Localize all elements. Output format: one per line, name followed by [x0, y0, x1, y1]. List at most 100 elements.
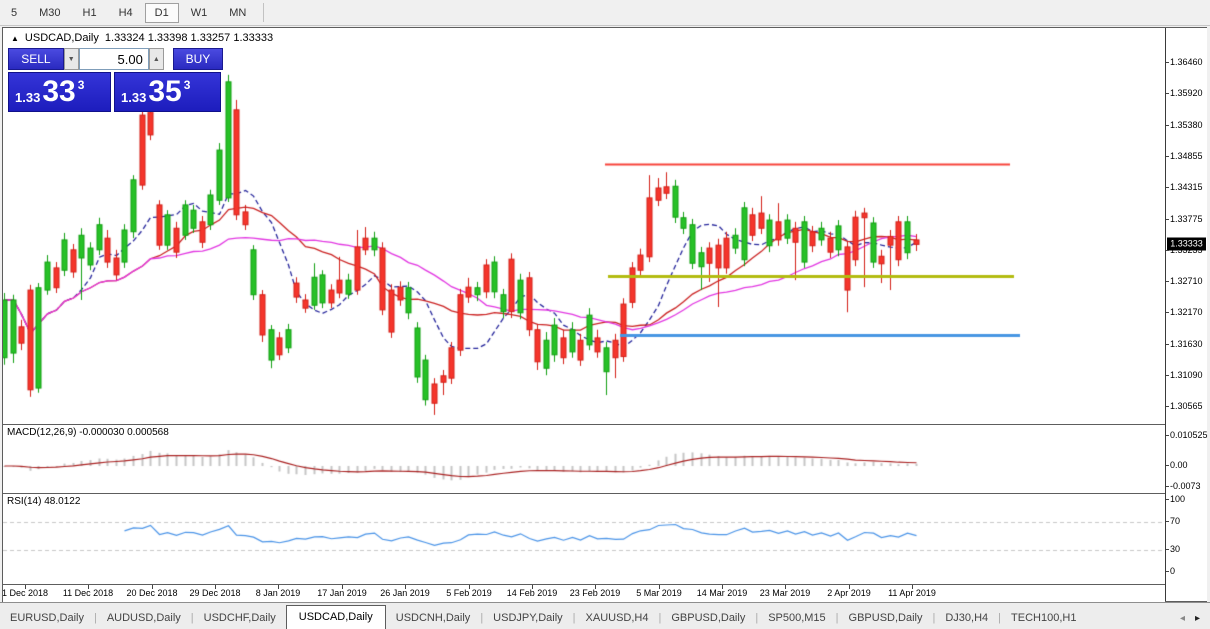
axis-tick — [1166, 219, 1169, 220]
price-axis-label: 1.31090 — [1170, 370, 1203, 380]
sell-price-prefix: 1.33 — [15, 90, 40, 105]
chart-tab-sp500-m15[interactable]: SP500,M15 — [758, 607, 835, 629]
price-axis-label: 1.31630 — [1170, 339, 1203, 349]
rsi-axis-label: 30 — [1170, 544, 1180, 554]
price-axis-label: 1.33775 — [1170, 214, 1203, 224]
axis-tick — [1166, 486, 1169, 487]
one-click-trading-widget: SELL ▼ 5.00 ▲ BUY 1.33 33 3 1.33 35 3 — [8, 48, 223, 112]
chart-tab-dj30-h4[interactable]: DJ30,H4 — [935, 607, 998, 629]
sell-quote-panel[interactable]: 1.33 33 3 — [8, 72, 111, 112]
axis-tick — [1166, 499, 1169, 500]
price-axis[interactable]: 1.33333 1.364601.359201.353801.348551.34… — [1165, 28, 1207, 601]
time-axis-label: 23 Feb 2019 — [570, 588, 621, 598]
volume-decrease-button[interactable]: ▼ — [64, 48, 79, 70]
time-axis-label: 14 Feb 2019 — [507, 588, 558, 598]
buy-price-prefix: 1.33 — [121, 90, 146, 105]
axis-tick — [1166, 549, 1169, 550]
rsi-axis-label: 100 — [1170, 494, 1185, 504]
axis-tick — [1166, 465, 1169, 466]
time-axis-label: 14 Mar 2019 — [697, 588, 748, 598]
timeframe-button-5[interactable]: 5 — [1, 3, 27, 23]
timeframe-button-h1[interactable]: H1 — [73, 3, 107, 23]
rsi-label: RSI(14) 48.0122 — [7, 496, 80, 507]
buy-button[interactable]: BUY — [173, 48, 223, 70]
sell-price-point: 3 — [78, 78, 85, 92]
time-axis-label: 2 Apr 2019 — [827, 588, 871, 598]
axis-tick — [1166, 62, 1169, 63]
chart-tab-eurusd-daily[interactable]: EURUSD,Daily — [0, 607, 94, 629]
time-axis-label: 23 Mar 2019 — [760, 588, 811, 598]
chart-tab-usdcnh-daily[interactable]: USDCNH,Daily — [386, 607, 481, 629]
scroll-tabs-left-icon[interactable]: ◂ — [1180, 613, 1185, 624]
timeframe-button-mn[interactable]: MN — [219, 3, 256, 23]
price-axis-label: 1.30565 — [1170, 401, 1203, 411]
mt4-window: 5M30H1H4D1W1MN ▲ USDCAD,Daily 1.33324 1.… — [0, 0, 1210, 629]
price-pane[interactable]: ▲ USDCAD,Daily 1.33324 1.33398 1.33257 1… — [3, 28, 1165, 423]
axis-tick — [1166, 435, 1169, 436]
timeframe-button-d1[interactable]: D1 — [145, 3, 179, 23]
macd-axis-label: -0.0073 — [1170, 481, 1201, 491]
time-axis-label: 8 Jan 2019 — [256, 588, 301, 598]
timeframe-button-w1[interactable]: W1 — [181, 3, 218, 23]
axis-tick — [1166, 250, 1169, 251]
time-axis-label: 5 Feb 2019 — [446, 588, 492, 598]
axis-tick — [1166, 125, 1169, 126]
rsi-axis-label: 0 — [1170, 566, 1175, 576]
chart-tab-bar: EURUSD,Daily|AUDUSD,Daily|USDCHF,DailyUS… — [0, 602, 1210, 629]
time-axis-label: 20 Dec 2018 — [126, 588, 177, 598]
chart-window: ▲ USDCAD,Daily 1.33324 1.33398 1.33257 1… — [2, 27, 1207, 602]
price-axis-label: 1.35920 — [1170, 88, 1203, 98]
timeframe-button-m30[interactable]: M30 — [29, 3, 70, 23]
buy-price-pips: 35 — [148, 76, 181, 108]
chart-tab-tech100-h1[interactable]: TECH100,H1 — [1001, 607, 1086, 629]
time-axis-label: 1 Dec 2018 — [3, 588, 48, 598]
axis-tick — [1166, 406, 1169, 407]
chart-tab-usdchf-daily[interactable]: USDCHF,Daily — [194, 607, 286, 629]
axis-tick — [1166, 281, 1169, 282]
chart-tab-usdcad-daily[interactable]: USDCAD,Daily — [286, 605, 386, 629]
timeframe-button-h4[interactable]: H4 — [109, 3, 143, 23]
sell-price-pips: 33 — [42, 76, 75, 108]
price-axis-label: 1.33235 — [1170, 245, 1203, 255]
macd-label: MACD(12,26,9) -0.000030 0.000568 — [7, 427, 169, 438]
time-axis-label: 26 Jan 2019 — [380, 588, 430, 598]
ohlc-values: 1.33324 1.33398 1.33257 1.33333 — [105, 32, 273, 44]
axis-tick — [1166, 375, 1169, 376]
sell-button[interactable]: SELL — [8, 48, 64, 70]
chart-tab-usdjpy-daily[interactable]: USDJPY,Daily — [483, 607, 573, 629]
time-axis-label: 17 Jan 2019 — [317, 588, 367, 598]
buy-price-point: 3 — [184, 78, 191, 92]
time-axis-label: 11 Dec 2018 — [63, 588, 113, 598]
rsi-pane[interactable]: RSI(14) 48.0122 — [3, 493, 1165, 584]
toolbar-separator — [263, 3, 264, 22]
price-axis-label: 1.34315 — [1170, 182, 1203, 192]
time-axis-label: 11 Apr 2019 — [888, 588, 936, 598]
macd-pane[interactable]: MACD(12,26,9) -0.000030 0.000568 — [3, 424, 1165, 493]
buy-quote-panel[interactable]: 1.33 35 3 — [114, 72, 221, 112]
axis-tick — [1166, 156, 1169, 157]
axis-tick — [1166, 93, 1169, 94]
macd-axis-label: 0.010525 — [1170, 430, 1208, 440]
volume-input[interactable]: 5.00 — [79, 48, 149, 70]
collapse-arrow-icon[interactable]: ▲ — [11, 34, 19, 43]
axis-tick — [1166, 312, 1169, 313]
time-axis-label: 29 Dec 2018 — [189, 588, 240, 598]
chart-tab-gbpusd-daily[interactable]: GBPUSD,Daily — [661, 607, 755, 629]
chart-tab-xauusd-h4[interactable]: XAUUSD,H4 — [576, 607, 659, 629]
rsi-canvas[interactable] — [3, 494, 1165, 584]
chart-tab-audusd-daily[interactable]: AUDUSD,Daily — [97, 607, 191, 629]
chart-title: ▲ USDCAD,Daily 1.33324 1.33398 1.33257 1… — [11, 32, 273, 44]
time-axis-label: 5 Mar 2019 — [636, 588, 682, 598]
chart-tab-gbpusd-daily[interactable]: GBPUSD,Daily — [839, 607, 933, 629]
time-axis[interactable]: 1 Dec 2018 11 Dec 2018 20 Dec 2018 29 Dec 2… — [3, 584, 1165, 602]
macd-canvas[interactable] — [3, 425, 1165, 493]
symbol-label: USDCAD,Daily — [25, 32, 99, 44]
price-axis-label: 1.32710 — [1170, 276, 1203, 286]
price-axis-label: 1.32170 — [1170, 307, 1203, 317]
price-axis-label: 1.35380 — [1170, 120, 1203, 130]
axis-tick — [1166, 571, 1169, 572]
axis-tick — [1166, 521, 1169, 522]
rsi-axis-label: 70 — [1170, 516, 1180, 526]
scroll-tabs-right-icon[interactable]: ▸ — [1195, 613, 1200, 624]
volume-increase-button[interactable]: ▲ — [149, 48, 164, 70]
